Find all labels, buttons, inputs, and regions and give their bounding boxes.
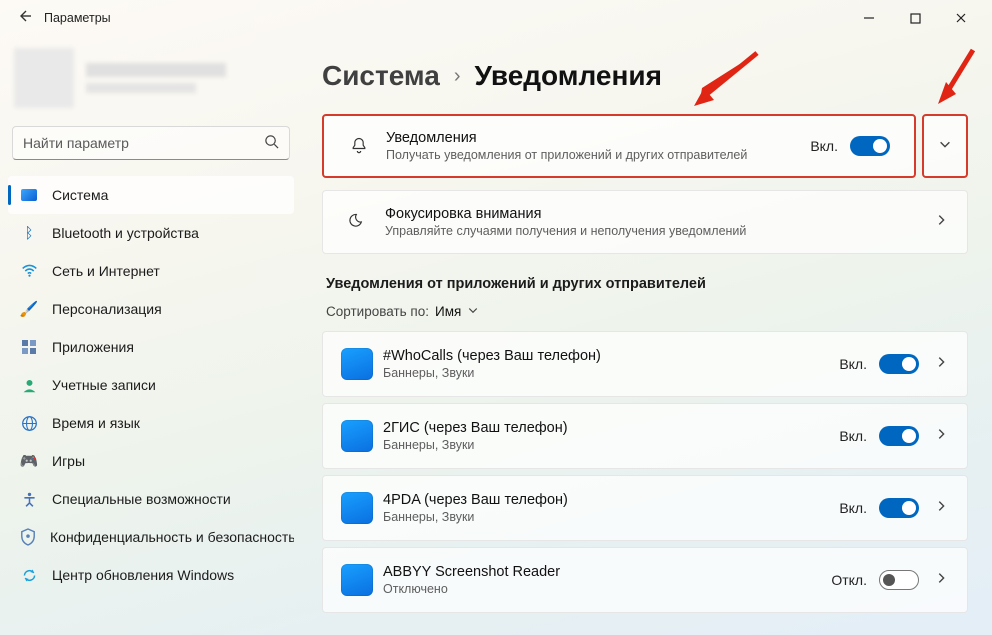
- app-toggle[interactable]: [879, 426, 919, 446]
- sidebar-item-4[interactable]: Приложения: [8, 328, 294, 366]
- toggle-label: Вкл.: [839, 428, 867, 444]
- sidebar-item-label: Персонализация: [52, 301, 162, 317]
- globe-icon: [20, 414, 38, 432]
- close-button[interactable]: [938, 2, 984, 34]
- wifi-icon: [20, 262, 38, 280]
- sidebar-item-label: Система: [52, 187, 108, 203]
- content: Система › Уведомления Уведомления Получа…: [300, 36, 992, 635]
- moon-icon: [341, 212, 375, 232]
- window-title: Параметры: [44, 11, 111, 25]
- app-name: #WhoCalls (через Ваш телефон): [383, 348, 835, 364]
- breadcrumb: Система › Уведомления: [322, 60, 968, 92]
- sidebar-item-label: Игры: [52, 453, 85, 469]
- chevron-right-icon: [929, 571, 953, 590]
- avatar: [14, 48, 74, 108]
- back-button[interactable]: [8, 8, 40, 29]
- sidebar-item-3[interactable]: 🖌️ Персонализация: [8, 290, 294, 328]
- breadcrumb-current: Уведомления: [475, 60, 662, 92]
- toggle-label: Откл.: [831, 572, 867, 588]
- sort-row[interactable]: Сортировать по: Имя: [326, 304, 968, 319]
- sidebar-item-8[interactable]: Специальные возможности: [8, 480, 294, 518]
- toggle-label: Вкл.: [810, 138, 838, 154]
- app-sub: Баннеры, Звуки: [383, 438, 835, 452]
- brush-icon: 🖌️: [20, 300, 38, 318]
- user-info: [86, 63, 292, 93]
- user-block[interactable]: [6, 42, 296, 122]
- app-row[interactable]: 2ГИС (через Ваш телефон) Баннеры, Звуки Вк…: [322, 403, 968, 469]
- search-box[interactable]: [12, 126, 290, 160]
- app-sub: Баннеры, Звуки: [383, 366, 835, 380]
- chevron-down-icon: [467, 304, 479, 319]
- window-controls: [846, 2, 984, 34]
- sidebar-item-2[interactable]: Сеть и Интернет: [8, 252, 294, 290]
- card-title: Уведомления: [386, 130, 806, 146]
- notifications-toggle[interactable]: [850, 136, 890, 156]
- sidebar-item-10[interactable]: Центр обновления Windows: [8, 556, 294, 594]
- sidebar-item-label: Сеть и Интернет: [52, 263, 160, 279]
- app-toggle[interactable]: [879, 570, 919, 590]
- update-icon: [20, 566, 38, 584]
- toggle-label: Вкл.: [839, 356, 867, 372]
- sidebar-item-label: Учетные записи: [52, 377, 156, 393]
- access-icon: [20, 490, 38, 508]
- sidebar-item-label: Центр обновления Windows: [52, 567, 234, 583]
- shield-icon: [20, 528, 36, 546]
- card-subtitle: Управляйте случаями получения и неполуче…: [385, 224, 925, 238]
- breadcrumb-parent[interactable]: Система: [322, 60, 440, 92]
- sidebar-item-9[interactable]: Конфиденциальность и безопасность: [8, 518, 294, 556]
- app-icon: [341, 492, 373, 524]
- sidebar-item-7[interactable]: 🎮 Игры: [8, 442, 294, 480]
- toggle-label: Вкл.: [839, 500, 867, 516]
- sort-label: Сортировать по:: [326, 304, 429, 319]
- card-subtitle: Получать уведомления от приложений и дру…: [386, 148, 806, 162]
- focus-card[interactable]: Фокусировка внимания Управляйте случаями…: [322, 190, 968, 254]
- minimize-button[interactable]: [846, 2, 892, 34]
- sort-value: Имя: [435, 304, 461, 319]
- sidebar: Система ᛒ Bluetooth и устройства Сеть и Инт…: [0, 36, 300, 635]
- sidebar-item-label: Конфиденциальность и безопасность: [50, 529, 294, 545]
- notifications-card[interactable]: Уведомления Получать уведомления от прил…: [322, 114, 916, 178]
- app-name: ABBYY Screenshot Reader: [383, 564, 827, 580]
- apps-icon: [20, 338, 38, 356]
- app-row[interactable]: #WhoCalls (через Ваш телефон) Баннеры, Зв…: [322, 331, 968, 397]
- sidebar-item-5[interactable]: Учетные записи: [8, 366, 294, 404]
- bell-icon: [342, 136, 376, 156]
- bluetooth-icon: ᛒ: [20, 224, 38, 242]
- search-input[interactable]: [23, 135, 264, 151]
- search-icon: [264, 134, 279, 152]
- chevron-right-icon: ›: [454, 65, 461, 88]
- game-icon: 🎮: [20, 452, 38, 470]
- display-icon: [20, 186, 38, 204]
- sidebar-item-label: Время и язык: [52, 415, 140, 431]
- maximize-button[interactable]: [892, 2, 938, 34]
- app-toggle[interactable]: [879, 498, 919, 518]
- app-icon: [341, 348, 373, 380]
- chevron-right-icon: [929, 427, 953, 446]
- sidebar-item-label: Приложения: [52, 339, 134, 355]
- section-title: Уведомления от приложений и других отпра…: [326, 276, 968, 292]
- nav-list: Система ᛒ Bluetooth и устройства Сеть и Инт…: [6, 176, 296, 594]
- app-sub: Отключено: [383, 582, 827, 596]
- chevron-right-icon: [929, 499, 953, 518]
- sidebar-item-label: Специальные возможности: [52, 491, 231, 507]
- sidebar-item-1[interactable]: ᛒ Bluetooth и устройства: [8, 214, 294, 252]
- titlebar: Параметры: [0, 0, 992, 36]
- chevron-down-icon: [933, 137, 957, 156]
- notifications-expand[interactable]: [922, 114, 968, 178]
- app-name: 2ГИС (через Ваш телефон): [383, 420, 835, 436]
- app-name: 4PDA (через Ваш телефон): [383, 492, 835, 508]
- account-icon: [20, 376, 38, 394]
- app-row[interactable]: ABBYY Screenshot Reader Отключено Откл.: [322, 547, 968, 613]
- app-row[interactable]: 4PDA (через Ваш телефон) Баннеры, Звуки Вк…: [322, 475, 968, 541]
- card-title: Фокусировка внимания: [385, 206, 925, 222]
- app-sub: Баннеры, Звуки: [383, 510, 835, 524]
- sidebar-item-label: Bluetooth и устройства: [52, 225, 199, 241]
- app-icon: [341, 420, 373, 452]
- sidebar-item-0[interactable]: Система: [8, 176, 294, 214]
- chevron-right-icon: [929, 213, 953, 232]
- app-icon: [341, 564, 373, 596]
- sidebar-item-6[interactable]: Время и язык: [8, 404, 294, 442]
- chevron-right-icon: [929, 355, 953, 374]
- app-toggle[interactable]: [879, 354, 919, 374]
